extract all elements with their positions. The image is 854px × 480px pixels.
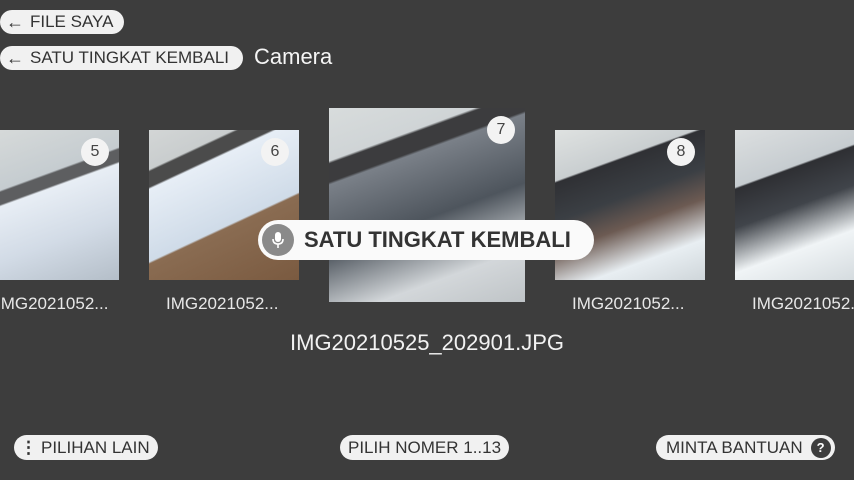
thumbnail-caption: IMG2021052... [572, 294, 685, 313]
my-files-button[interactable]: ← FILE SAYA [0, 10, 124, 34]
help-label: MINTA BANTUAN [666, 437, 803, 457]
thumbnail-9[interactable]: 9 [735, 130, 854, 280]
thumbnail-7-selected[interactable]: 7 [329, 108, 525, 302]
thumbnail-number: 8 [667, 138, 695, 166]
thumbnail-number: 7 [487, 116, 515, 144]
go-up-label: SATU TINGKAT KEMBALI [30, 48, 230, 67]
thumbnail-caption: IMG2021052... [752, 294, 854, 313]
microphone-icon [262, 224, 294, 256]
thumbnail-5[interactable]: 5 [0, 130, 119, 280]
pick-number-label: PILIH NOMER 1..13 [348, 437, 502, 457]
help-button[interactable]: MINTA BANTUAN ? [656, 435, 835, 460]
arrow-left-icon: ← [6, 48, 24, 68]
more-vertical-icon: ⋮ [20, 437, 37, 457]
current-folder-title: Camera [254, 44, 333, 69]
pick-number-button[interactable]: PILIH NOMER 1..13 [340, 435, 510, 460]
arrow-left-icon: ← [6, 12, 24, 32]
go-up-button[interactable]: ← SATU TINGKAT KEMBALI [0, 46, 243, 70]
thumbnail-caption: IMG2021052... [166, 294, 279, 313]
thumbnail-number: 5 [81, 138, 109, 166]
help-icon: ? [810, 437, 831, 458]
voice-command-text: SATU TINGKAT KEMBALI [304, 227, 571, 252]
voice-command-overlay: SATU TINGKAT KEMBALI [258, 220, 594, 260]
selected-filename: IMG20210525_202901.JPG [290, 330, 564, 355]
thumbnail-number: 6 [261, 138, 289, 166]
more-options-button[interactable]: ⋮ PILIHAN LAIN [14, 435, 158, 460]
photo-image [735, 130, 854, 280]
more-options-label: PILIHAN LAIN [41, 437, 150, 457]
my-files-label: FILE SAYA [30, 12, 114, 31]
thumbnail-caption: IMG2021052... [0, 294, 109, 313]
